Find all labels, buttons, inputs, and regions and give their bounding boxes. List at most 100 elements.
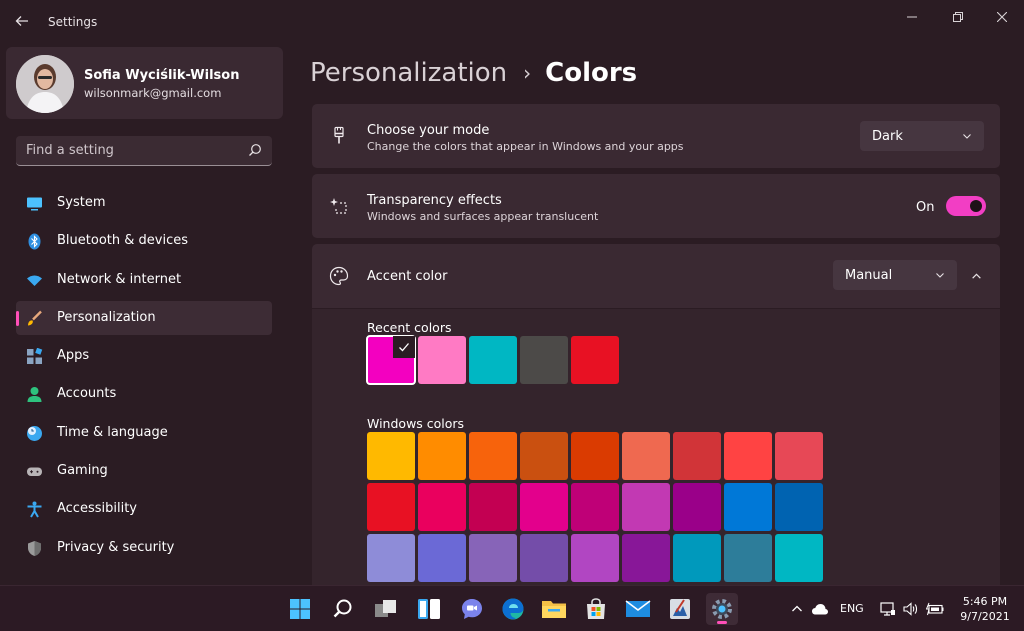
windows-color-swatch[interactable]	[673, 483, 721, 531]
windows-color-swatch[interactable]	[469, 432, 517, 480]
sidebar-item-privacy-security[interactable]: Privacy & security	[16, 531, 272, 565]
windows-color-swatch[interactable]	[571, 432, 619, 480]
recent-color-swatch[interactable]	[418, 336, 466, 384]
recent-color-swatch[interactable]	[469, 336, 517, 384]
transparency-toggle[interactable]	[946, 196, 986, 216]
accent-mode-dropdown[interactable]: Manual	[833, 260, 957, 290]
windows-color-swatch[interactable]	[673, 534, 721, 582]
mode-dropdown[interactable]: Dark	[860, 121, 984, 151]
windows-color-swatch[interactable]	[520, 483, 568, 531]
search-input[interactable]	[16, 136, 236, 165]
sidebar-item-accessibility[interactable]: Accessibility	[16, 492, 272, 526]
taskbar-search-button[interactable]	[327, 593, 359, 625]
recent-color-swatch[interactable]	[520, 336, 568, 384]
windows-color-swatch[interactable]	[367, 432, 415, 480]
windows-color-swatch[interactable]	[571, 483, 619, 531]
restore-button[interactable]	[940, 6, 976, 28]
volume-button[interactable]	[903, 601, 919, 617]
task-view-icon	[375, 600, 396, 617]
file-explorer-icon	[542, 601, 566, 618]
close-button[interactable]	[984, 6, 1020, 28]
windows-color-swatch[interactable]	[418, 432, 466, 480]
sidebar-item-gaming[interactable]: Gaming	[16, 454, 272, 488]
accent-color-title: Accent color	[367, 269, 448, 284]
windows-color-swatch[interactable]	[673, 432, 721, 480]
choose-mode-title: Choose your mode	[367, 123, 490, 138]
windows-color-swatch[interactable]	[724, 483, 772, 531]
windows-color-swatch[interactable]	[571, 534, 619, 582]
input-language-indicator[interactable]: ENG	[840, 602, 864, 615]
store-button[interactable]	[580, 593, 612, 625]
minimize-icon	[907, 16, 917, 18]
title-bar: Settings	[0, 0, 1024, 46]
accessibility-icon	[27, 501, 42, 518]
breadcrumb-parent[interactable]: Personalization	[310, 58, 507, 88]
windows-color-swatch[interactable]	[520, 534, 568, 582]
page-title: Colors	[545, 58, 638, 88]
windows-color-swatch[interactable]	[469, 483, 517, 531]
file-explorer-button[interactable]	[538, 593, 570, 625]
windows-color-swatch[interactable]	[775, 534, 823, 582]
recent-color-swatch[interactable]	[571, 336, 619, 384]
avatar	[16, 55, 74, 113]
accent-color-card: Accent color Manual	[312, 244, 1000, 308]
network-status-button[interactable]	[880, 601, 896, 617]
search-icon[interactable]	[248, 143, 262, 157]
settings-icon	[712, 599, 732, 619]
sidebar-item-label: Network & internet	[57, 271, 182, 287]
windows-color-swatch[interactable]	[418, 534, 466, 582]
windows-color-swatch[interactable]	[367, 483, 415, 531]
sidebar-item-time-language[interactable]: Time & language	[16, 416, 272, 450]
battery-button[interactable]	[926, 601, 944, 617]
chat-button[interactable]	[456, 593, 488, 625]
taskbar-clock[interactable]: 5:46 PM 9/7/2021	[958, 594, 1012, 624]
windows-color-swatch[interactable]	[775, 483, 823, 531]
close-icon	[997, 12, 1007, 22]
transparency-description: Windows and surfaces appear translucent	[367, 210, 599, 223]
active-app-indicator	[717, 621, 727, 624]
choose-mode-card: Choose your mode Change the colors that …	[312, 104, 1000, 168]
edge-button[interactable]	[497, 593, 529, 625]
windows-color-swatch[interactable]	[724, 432, 772, 480]
windows-color-swatch[interactable]	[622, 432, 670, 480]
avatar-photo	[16, 55, 74, 113]
teams-chat-icon	[462, 599, 482, 619]
sidebar-item-personalization[interactable]: Personalization	[16, 300, 272, 335]
wifi-icon	[27, 275, 42, 286]
onedrive-button[interactable]	[811, 601, 829, 617]
sidebar-item-accounts[interactable]: Accounts	[16, 377, 272, 411]
settings-taskbar-button[interactable]	[706, 593, 738, 625]
chevron-up-icon	[971, 272, 981, 279]
toggle-knob	[970, 200, 982, 212]
minimize-button[interactable]	[894, 6, 930, 28]
start-button[interactable]	[284, 593, 316, 625]
speaker-icon	[903, 602, 918, 616]
mail-button[interactable]	[622, 593, 654, 625]
ethernet-monitor-icon	[880, 602, 895, 616]
sidebar-item-bluetooth-devices[interactable]: Bluetooth & devices	[16, 224, 272, 258]
recent-color-swatch[interactable]	[366, 335, 416, 385]
windows-color-swatch[interactable]	[520, 432, 568, 480]
windows-color-swatch[interactable]	[775, 432, 823, 480]
back-button[interactable]	[14, 13, 34, 33]
task-view-button[interactable]	[370, 593, 402, 625]
windows-color-swatch[interactable]	[418, 483, 466, 531]
windows-color-swatch[interactable]	[469, 534, 517, 582]
sidebar-item-label: Gaming	[57, 463, 108, 479]
user-profile-card[interactable]: Sofia Wyciślik-Wilson wilsonmark@gmail.c…	[6, 47, 283, 119]
widgets-button[interactable]	[413, 593, 445, 625]
windows-color-swatch[interactable]	[622, 534, 670, 582]
sidebar-item-system[interactable]: System	[16, 186, 272, 220]
collapse-accent-button[interactable]	[966, 266, 986, 286]
windows-color-swatch[interactable]	[367, 534, 415, 582]
paint-button[interactable]	[664, 593, 696, 625]
start-icon	[290, 599, 310, 619]
accent-color-panel: Recent colors Windows colors	[312, 309, 1000, 585]
sidebar-item-network-internet[interactable]: Network & internet	[16, 263, 272, 297]
paintbrush-icon	[28, 310, 42, 326]
windows-color-swatch[interactable]	[622, 483, 670, 531]
windows-color-swatch[interactable]	[724, 534, 772, 582]
palette-icon	[329, 266, 349, 286]
show-hidden-icons-button[interactable]	[789, 601, 805, 617]
sidebar-item-apps[interactable]: Apps	[16, 339, 272, 373]
